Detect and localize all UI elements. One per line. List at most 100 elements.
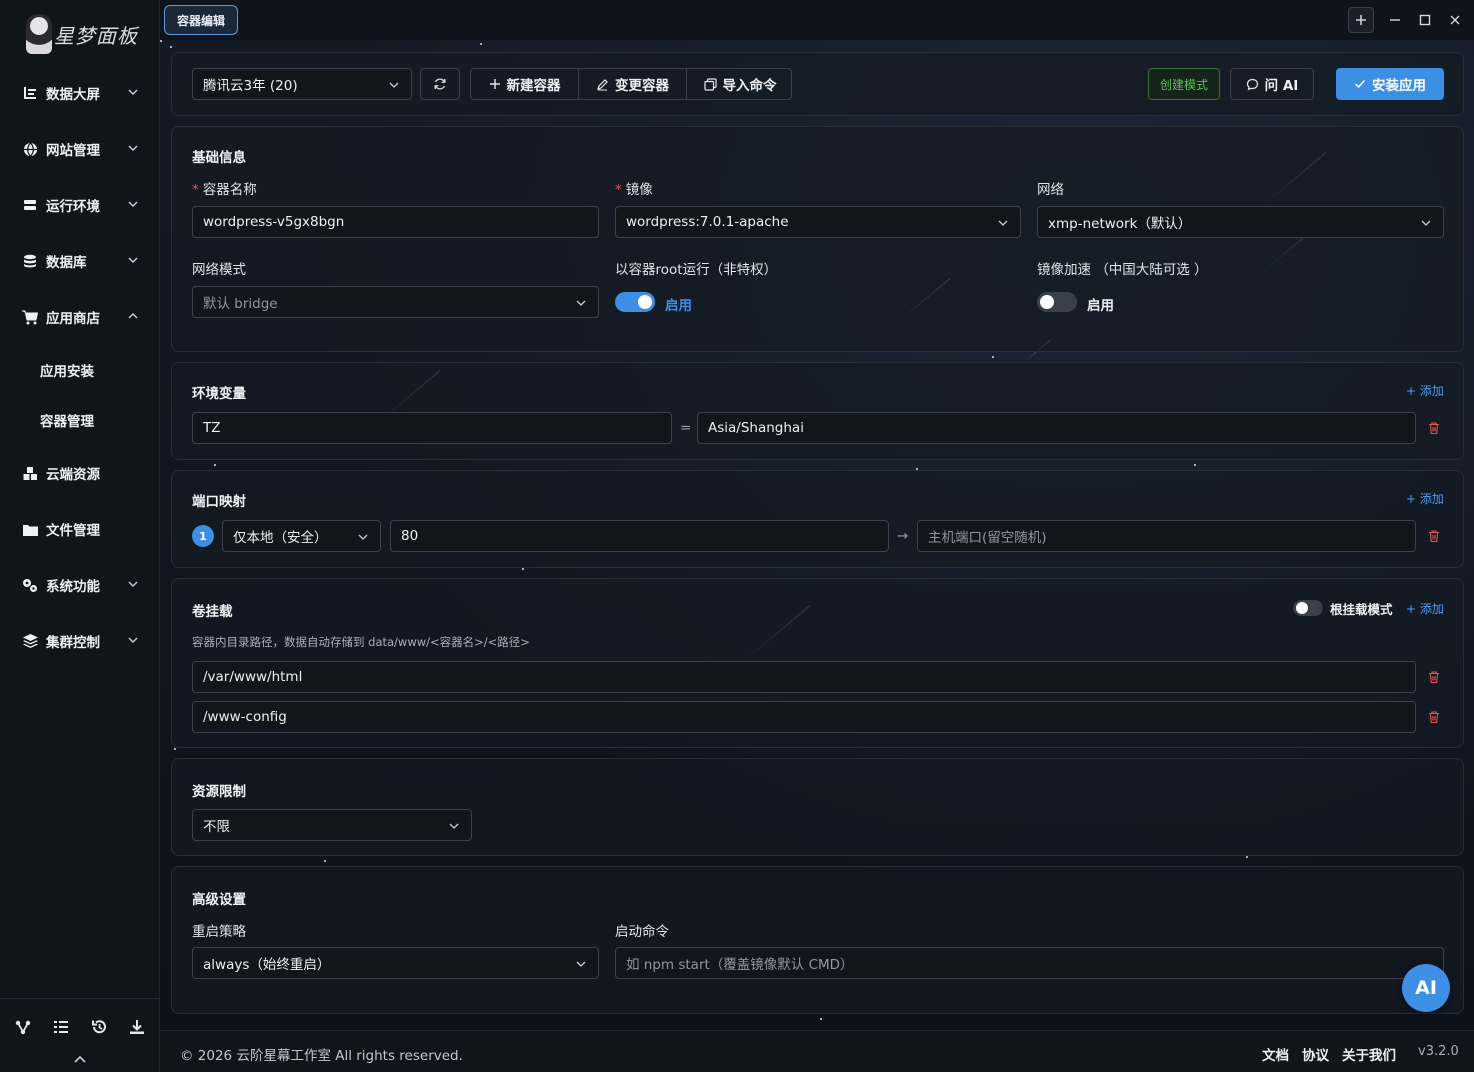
new-tab-button[interactable] <box>1348 7 1374 33</box>
sidebar-subitem-container-manage[interactable]: 容器管理 <box>0 400 160 440</box>
volume-path-input[interactable]: /var/www/html <box>192 661 1416 693</box>
arrow-separator: → <box>897 528 909 544</box>
port-mapping-card: 端口映射 + 添加 1 仅本地（安全） 80 → 主机端口(留空随机) <box>171 470 1464 568</box>
gears-icon <box>22 577 38 593</box>
root-run-toggle[interactable] <box>615 292 655 312</box>
logo-text: 星梦面板 <box>54 23 138 48</box>
chevron-down-icon <box>389 82 399 88</box>
chevron-down-icon <box>128 637 138 643</box>
trash-icon[interactable] <box>1427 670 1441 684</box>
network-select[interactable]: xmp-network（默认） <box>1037 206 1444 238</box>
install-app-button[interactable]: 安装应用 <box>1336 68 1444 100</box>
new-container-button[interactable]: 新建容器 <box>471 69 578 99</box>
branch-icon[interactable] <box>15 1019 31 1035</box>
database-icon <box>22 253 38 269</box>
env-value-input[interactable]: Asia/Shanghai <box>697 412 1416 444</box>
chevron-down-icon <box>576 961 586 967</box>
volume-hint: 容器内目录路径，数据自动存储到 data/www/<容器名>/<路径> <box>192 635 530 649</box>
tab-container-edit[interactable]: 容器编辑 <box>164 5 239 35</box>
sidebar-item-label: 网站管理 <box>46 143 100 159</box>
sidebar-subitem-app-install[interactable]: 应用安装 <box>0 350 160 390</box>
chevron-up-icon[interactable] <box>73 1054 87 1064</box>
tab-label: 容器编辑 <box>177 13 226 28</box>
minimize-button[interactable] <box>1382 7 1408 33</box>
chevron-down-icon <box>358 534 368 540</box>
section-title: 环境变量 <box>192 386 246 402</box>
history-icon[interactable] <box>91 1019 107 1035</box>
task-list-icon[interactable] <box>53 1019 69 1035</box>
sidebar-item-label: 应用商店 <box>46 311 100 327</box>
ask-ai-button[interactable]: 问 AI <box>1230 68 1314 100</box>
section-title: 资源限制 <box>192 784 246 800</box>
container-name-input[interactable]: wordpress-v5gx8bgn <box>192 206 599 238</box>
sidebar-item-database[interactable]: 数据库 <box>0 241 160 281</box>
port-index-badge: 1 <box>192 525 214 547</box>
copyright: © 2026 云阶星幕工作室 All rights reserved. <box>180 1048 463 1064</box>
chevron-down-icon <box>128 145 138 151</box>
server-select[interactable]: 腾讯云3年 (20) <box>192 68 412 100</box>
trash-icon[interactable] <box>1427 710 1441 724</box>
docs-link[interactable]: 文档 <box>1262 1044 1289 1064</box>
sidebar-item-cluster[interactable]: 集群控制 <box>0 621 160 661</box>
sidebar-item-websites[interactable]: 网站管理 <box>0 129 160 169</box>
mirror-accel-label: 镜像加速 （中国大陆可选 ） <box>1037 262 1208 278</box>
refresh-icon <box>434 78 446 90</box>
server-icon <box>22 197 38 213</box>
start-command-input[interactable]: 如 npm start（覆盖镜像默认 CMD） <box>615 947 1444 979</box>
host-port-input[interactable]: 主机端口(留空随机) <box>917 520 1416 552</box>
trash-icon[interactable] <box>1427 529 1441 543</box>
root-mount-toggle[interactable] <box>1293 600 1323 616</box>
resource-limit-select[interactable]: 不限 <box>192 809 472 841</box>
container-action-group: 新建容器 变更容器 导入命令 <box>470 68 792 100</box>
chevron-down-icon <box>128 89 138 95</box>
chat-icon <box>1246 78 1258 91</box>
sidebar-item-runtime[interactable]: 运行环境 <box>0 185 160 225</box>
chevron-up-icon <box>128 313 138 319</box>
network-mode-select[interactable]: 默认 bridge <box>192 286 599 318</box>
container-port-input[interactable]: 80 <box>390 520 889 552</box>
sidebar-subitem-label: 容器管理 <box>40 414 94 430</box>
agreement-link[interactable]: 协议 <box>1302 1044 1329 1064</box>
sidebar-item-label: 云端资源 <box>46 467 100 483</box>
image-select[interactable]: wordpress:7.0.1-apache <box>615 206 1021 238</box>
env-key-input[interactable]: TZ <box>192 412 672 444</box>
import-command-button[interactable]: 导入命令 <box>687 69 793 99</box>
section-title: 基础信息 <box>192 150 246 166</box>
port-bind-select[interactable]: 仅本地（安全） <box>222 520 381 552</box>
layers-icon <box>22 633 38 649</box>
chevron-down-icon <box>1421 220 1431 226</box>
change-container-button[interactable]: 变更容器 <box>579 69 686 99</box>
download-icon[interactable] <box>129 1019 145 1035</box>
check-icon <box>1354 79 1366 89</box>
create-mode-label: 创建模式 <box>1159 77 1208 92</box>
sidebar-item-label: 运行环境 <box>46 199 100 215</box>
start-command-label: 启动命令 <box>615 924 669 940</box>
sidebar-item-app-store[interactable]: 应用商店 <box>0 297 160 337</box>
mirror-accel-toggle[interactable] <box>1037 292 1077 312</box>
restart-policy-select[interactable]: always（始终重启） <box>192 947 599 979</box>
close-button[interactable] <box>1442 7 1468 33</box>
section-title: 卷挂载 <box>192 604 233 620</box>
logo[interactable]: 星梦面板 <box>26 12 138 56</box>
refresh-button[interactable] <box>420 68 460 100</box>
sidebar-item-cloud-resources[interactable]: 云端资源 <box>0 453 160 493</box>
sidebar-item-label: 数据大屏 <box>46 87 100 103</box>
add-port-button[interactable]: + 添加 <box>1406 490 1444 507</box>
sidebar-item-label: 集群控制 <box>46 635 100 651</box>
root-mount-label: 根挂载模式 <box>1330 602 1393 617</box>
ai-assistant-button[interactable]: AI <box>1402 964 1450 1012</box>
sidebar-item-dashboard[interactable]: 数据大屏 <box>0 73 160 113</box>
section-title: 端口映射 <box>192 494 246 510</box>
globe-icon <box>22 141 38 157</box>
trash-icon[interactable] <box>1427 421 1441 435</box>
create-mode-badge[interactable]: 创建模式 <box>1148 68 1220 100</box>
volume-path-input[interactable]: /www-config <box>192 701 1416 733</box>
maximize-button[interactable] <box>1412 7 1438 33</box>
sidebar-item-system[interactable]: 系统功能 <box>0 565 160 605</box>
copy-icon <box>703 77 717 91</box>
add-env-button[interactable]: + 添加 <box>1406 382 1444 399</box>
sidebar-item-file-manager[interactable]: 文件管理 <box>0 509 160 549</box>
add-volume-button[interactable]: + 添加 <box>1406 600 1444 617</box>
about-link[interactable]: 关于我们 <box>1342 1044 1396 1064</box>
minimize-icon <box>1390 19 1400 21</box>
